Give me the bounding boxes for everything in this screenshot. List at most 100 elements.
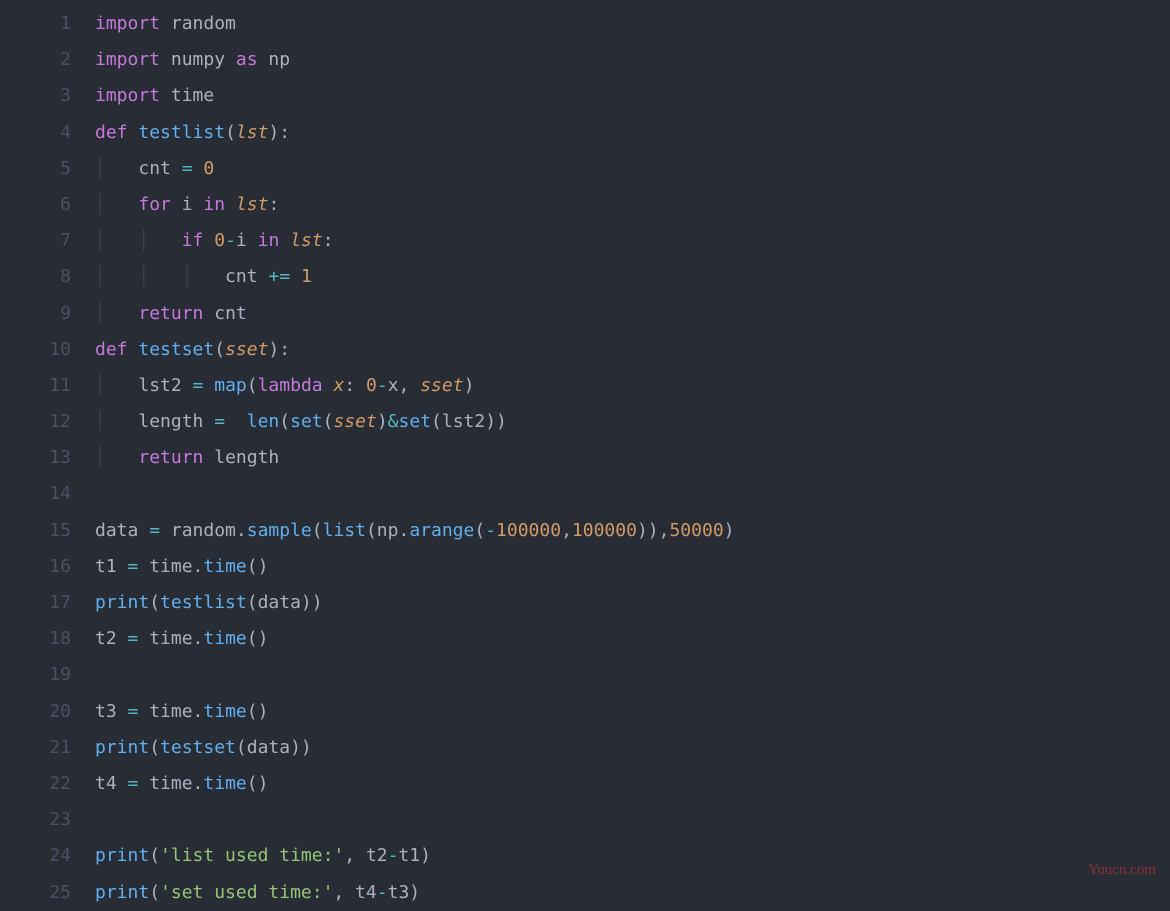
line-number: 17	[0, 585, 71, 621]
code-token: time.	[138, 628, 203, 649]
code-token: time	[203, 701, 246, 722]
code-token: -	[388, 845, 399, 866]
code-token: :	[268, 194, 279, 215]
line-number: 22	[0, 766, 71, 802]
code-token: (	[149, 592, 160, 613]
code-token: 'list used time:'	[160, 845, 344, 866]
code-token: in	[203, 194, 225, 215]
code-token: lambda	[258, 375, 323, 396]
code-token: 100000	[496, 520, 561, 541]
code-token: 'set used time:'	[160, 882, 333, 903]
code-token: │	[95, 411, 138, 432]
code-token: │ │ │	[95, 266, 225, 287]
code-editor: 1234567891011121314151617181920212223242…	[0, 0, 1170, 911]
code-token	[323, 375, 334, 396]
code-token: set	[290, 411, 323, 432]
code-line: print(testlist(data))	[95, 585, 1170, 621]
code-token: t4	[95, 773, 128, 794]
code-line: │ return length	[95, 440, 1170, 476]
code-token: =	[128, 628, 139, 649]
code-token: t2	[95, 628, 128, 649]
line-number: 25	[0, 875, 71, 911]
code-line: │ for i in lst:	[95, 187, 1170, 223]
code-token: (	[323, 411, 334, 432]
code-line: t2 = time.time()	[95, 621, 1170, 657]
line-number: 18	[0, 621, 71, 657]
line-number: 12	[0, 404, 71, 440]
code-token: arange	[409, 520, 474, 541]
code-token: (	[247, 375, 258, 396]
code-token: =	[182, 158, 193, 179]
code-line: │ return cnt	[95, 296, 1170, 332]
code-token: t3	[95, 701, 128, 722]
code-token: x	[333, 375, 344, 396]
code-token: (data))	[236, 737, 312, 758]
code-token: len	[247, 411, 280, 432]
code-token: lst	[236, 194, 269, 215]
code-token	[290, 266, 301, 287]
line-number-gutter: 1234567891011121314151617181920212223242…	[0, 6, 95, 911]
code-token: ()	[247, 773, 269, 794]
code-token: ):	[268, 122, 290, 143]
code-line: │ length = len(set(sset)&set(lst2))	[95, 404, 1170, 440]
code-line: t1 = time.time()	[95, 549, 1170, 585]
code-token: ,	[561, 520, 572, 541]
code-token: def	[95, 339, 128, 360]
code-token: if	[182, 230, 204, 251]
code-token: length	[203, 447, 279, 468]
code-line: import time	[95, 78, 1170, 114]
code-line: import random	[95, 6, 1170, 42]
code-token: print	[95, 737, 149, 758]
code-token: map	[214, 375, 247, 396]
code-line: def testset(sset):	[95, 332, 1170, 368]
code-token: (	[279, 411, 290, 432]
code-token: print	[95, 592, 149, 613]
code-line: │ lst2 = map(lambda x: 0-x, sset)	[95, 368, 1170, 404]
code-token	[225, 411, 247, 432]
code-line: print('list used time:', t2-t1)	[95, 838, 1170, 874]
code-token: :	[323, 230, 334, 251]
line-number: 9	[0, 296, 71, 332]
code-token: testlist	[138, 122, 225, 143]
code-token: =	[128, 773, 139, 794]
code-token: &	[388, 411, 399, 432]
code-line: def testlist(lst):	[95, 115, 1170, 151]
code-token: =	[128, 701, 139, 722]
code-token: ()	[247, 701, 269, 722]
code-token: (	[149, 882, 160, 903]
code-token	[128, 122, 139, 143]
code-line: │ cnt = 0	[95, 151, 1170, 187]
code-token: -	[377, 375, 388, 396]
code-token: in	[258, 230, 280, 251]
code-token: :	[344, 375, 366, 396]
code-token	[225, 194, 236, 215]
line-number: 16	[0, 549, 71, 585]
code-token: (np.	[366, 520, 409, 541]
code-token: sset	[420, 375, 463, 396]
code-token: =	[128, 556, 139, 577]
code-token: testset	[138, 339, 214, 360]
code-token: print	[95, 882, 149, 903]
code-token: │	[95, 303, 138, 324]
code-token: +=	[268, 266, 290, 287]
code-line: print('set used time:', t4-t3)	[95, 875, 1170, 911]
code-token: time	[203, 556, 246, 577]
code-token: time	[160, 85, 214, 106]
code-token: time.	[138, 701, 203, 722]
code-token: import	[95, 49, 160, 70]
code-line	[95, 802, 1170, 838]
code-token: list	[323, 520, 366, 541]
line-number: 1	[0, 6, 71, 42]
code-token: sset	[333, 411, 376, 432]
code-token: numpy	[160, 49, 236, 70]
line-number: 5	[0, 151, 71, 187]
code-token: cnt	[225, 266, 268, 287]
code-token: as	[236, 49, 258, 70]
code-token: ()	[247, 556, 269, 577]
code-token: , t2	[344, 845, 387, 866]
line-number: 6	[0, 187, 71, 223]
code-token: data	[95, 520, 149, 541]
code-token	[279, 230, 290, 251]
code-line: data = random.sample(list(np.arange(-100…	[95, 513, 1170, 549]
line-number: 19	[0, 657, 71, 693]
